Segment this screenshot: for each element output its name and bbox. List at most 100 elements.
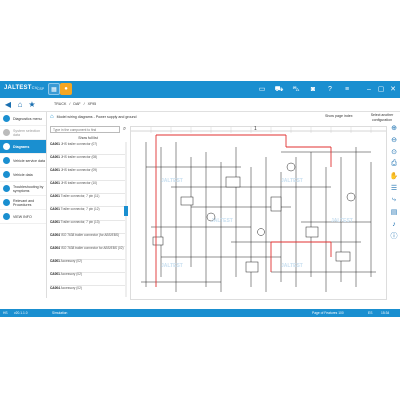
card-icon[interactable]: ▭ (257, 84, 267, 94)
star-icon[interactable]: ★ (27, 100, 37, 109)
restore-icon[interactable]: ▢ (376, 84, 386, 94)
layers-icon[interactable]: ☰ (390, 184, 398, 192)
component-list-item[interactable]: CA001 Trailer connector, 7 pin (12) (50, 206, 125, 221)
component-description: ISO 7638 trailer connector for ABS/EBS (… (60, 246, 124, 251)
fit-page-icon[interactable]: ⊙ (390, 148, 398, 156)
component-description: JHS trailer connector (07) (60, 142, 98, 146)
component-description: Trailer connector, 7 pin (11) (60, 193, 100, 198)
component-list-item[interactable]: CA004 Accessory (02) (50, 286, 125, 297)
component-description: JHS trailer connector (08) (60, 154, 98, 159)
document-icon (3, 199, 10, 206)
component-code: CA004 (50, 233, 60, 238)
component-list-item[interactable]: CA001 Accessory (02) (50, 272, 125, 287)
breadcrumb-item[interactable]: DAF (73, 102, 80, 106)
home-icon[interactable]: ⌂ (15, 100, 25, 109)
component-list-item[interactable]: CA004 ISO 7638 trailer connector for ABS… (50, 246, 125, 260)
component-code: CA001 (50, 206, 60, 211)
sidebar-item-procedures[interactable]: Relevant and Procedures (0, 196, 46, 210)
extension-label: CSP (37, 87, 45, 91)
status-version: v20.1.1.0 (14, 311, 28, 315)
zoom-out-icon[interactable]: ⊖ (390, 136, 398, 144)
select-configuration-button[interactable]: Select another configuration (367, 113, 397, 122)
sidebar-item-troubleshooting[interactable]: Troubleshooting by symptoms (0, 182, 46, 196)
svg-text:JALTEST: JALTEST (161, 263, 183, 269)
component-code: CA004 (50, 246, 60, 251)
show-page-index-button[interactable]: Show page index (325, 114, 353, 118)
component-description: Accessory (02) (60, 272, 82, 277)
navigation-bar: ◀ ⌂ ★ TRUCK / DAF / XF95 (0, 98, 400, 112)
search-icon[interactable]: ⌕ (121, 126, 128, 133)
collapse-panel-handle[interactable] (124, 206, 128, 216)
help-icon[interactable]: ? (325, 84, 335, 94)
svg-text:JALTEST: JALTEST (281, 178, 303, 184)
component-description: Accessory (02) (60, 285, 82, 290)
breadcrumb-item[interactable]: XF95 (88, 102, 97, 106)
component-list-item[interactable]: CA001 JHS trailer connector (09) (50, 167, 125, 182)
component-list-item[interactable]: CA001 Trailer connector, 7 pin (13) (50, 220, 125, 234)
status-pages: Page of Features 100 (312, 311, 344, 315)
sidebar-item-diagnostics[interactable]: Diagnostics menu (0, 112, 46, 126)
component-description: JHS trailer connector (10) (60, 180, 98, 185)
component-description: ISO 7638 trailer connector (for ABS/EBS) (60, 233, 120, 238)
status-mode: Simulation (52, 311, 68, 315)
component-list-item[interactable]: CA001 JHS trailer connector (10) (50, 180, 125, 195)
component-list-item[interactable]: CA001 JHS trailer connector (07) (50, 142, 125, 156)
svg-text:JALTEST: JALTEST (161, 178, 183, 184)
notification-badge-icon[interactable]: ● (60, 83, 72, 95)
scrollbar[interactable] (125, 142, 127, 297)
svg-text:JALTEST: JALTEST (331, 218, 353, 224)
document-title: ⌂ Model wiring diagrams - Power supply an… (50, 114, 137, 120)
sidebar-item-diagrams[interactable]: Diagrams (0, 140, 46, 154)
component-description: JHS trailer connector (09) (60, 167, 98, 172)
page-number: 1 (254, 126, 257, 132)
sidebar-item-view-info[interactable]: VIEW INFO (0, 210, 46, 224)
info-icon[interactable]: ⓘ (390, 232, 398, 240)
trace-icon[interactable]: ⤷ (390, 196, 398, 204)
status-bar: HS v20.1.1.0 Simulation Page of Features… (0, 309, 400, 317)
close-icon[interactable]: ✕ (388, 84, 398, 94)
pdf-icon[interactable]: ▤ (390, 208, 398, 216)
component-description: Trailer connector, 7 pin (13) (60, 220, 100, 225)
sidebar-item-system-selection[interactable]: System selection data (0, 126, 46, 140)
show-full-list-link[interactable]: Show full list (50, 136, 126, 140)
component-description: Accessory (02) (60, 259, 82, 264)
car-icon[interactable]: ⛍ (291, 84, 301, 94)
sidebar-item-vehicle-data[interactable]: Vehicle data (0, 168, 46, 182)
menu-icon[interactable]: ≡ (342, 84, 352, 94)
system-icon (3, 129, 10, 136)
component-search-input[interactable] (50, 126, 120, 133)
status-lang: ES (368, 311, 373, 315)
status-hs: HS (3, 311, 8, 315)
hand-icon[interactable]: ✋ (390, 172, 399, 180)
component-code: CA001 (50, 180, 60, 185)
sound-icon[interactable]: ♪ (390, 220, 398, 228)
camera-icon[interactable]: ◙ (308, 84, 318, 94)
app-logo: JALTESTCV (4, 85, 38, 91)
back-icon[interactable]: ◀ (3, 100, 13, 109)
wiring-diagram[interactable]: JALTEST JALTEST JALTEST JALTEST JALTEST JAL… (130, 126, 387, 300)
component-list-item[interactable]: CA001 JHS trailer connector (08) (50, 154, 125, 169)
breadcrumb-item[interactable]: TRUCK (54, 102, 66, 106)
component-code: CA001 (50, 259, 60, 264)
component-list-item[interactable]: CA004 ISO 7638 trailer connector (for AB… (50, 233, 125, 247)
sidebar-item-service-data[interactable]: Vehicle service data (0, 154, 46, 168)
print-icon[interactable]: ⎙ (390, 160, 398, 168)
svg-text:JALTEST: JALTEST (211, 218, 233, 224)
component-description: Trailer connector, 7 pin (12) (60, 206, 100, 211)
component-code: CA004 (50, 285, 60, 290)
wiring-diagram-canvas: JALTEST JALTEST JALTEST JALTEST JALTEST JAL… (131, 127, 386, 292)
bookmark-icon[interactable]: ⌂ (50, 114, 54, 120)
vehicle-badge-icon[interactable]: ▦ (48, 83, 60, 95)
diagnostics-icon (3, 115, 10, 122)
truck-icon[interactable]: ⛟ (274, 84, 284, 94)
zoom-in-icon[interactable]: ⊕ (390, 124, 398, 132)
status-time: 15:34 (381, 311, 390, 315)
component-code: CA001 (50, 193, 60, 198)
component-list-item[interactable]: CA001 Trailer connector, 7 pin (11) (50, 193, 125, 208)
diagram-icon (3, 143, 10, 150)
tools-icon (3, 185, 10, 192)
component-list-item[interactable]: CA001 Accessory (02) (50, 259, 125, 273)
minimize-icon[interactable]: – (364, 84, 374, 94)
app-window: JALTESTCV CSP ▦ ● ▭ ⛟ ⛍ ◙ ? ≡ – ▢ ✕ ◀ ⌂ … (0, 81, 400, 317)
info-icon (3, 171, 10, 178)
